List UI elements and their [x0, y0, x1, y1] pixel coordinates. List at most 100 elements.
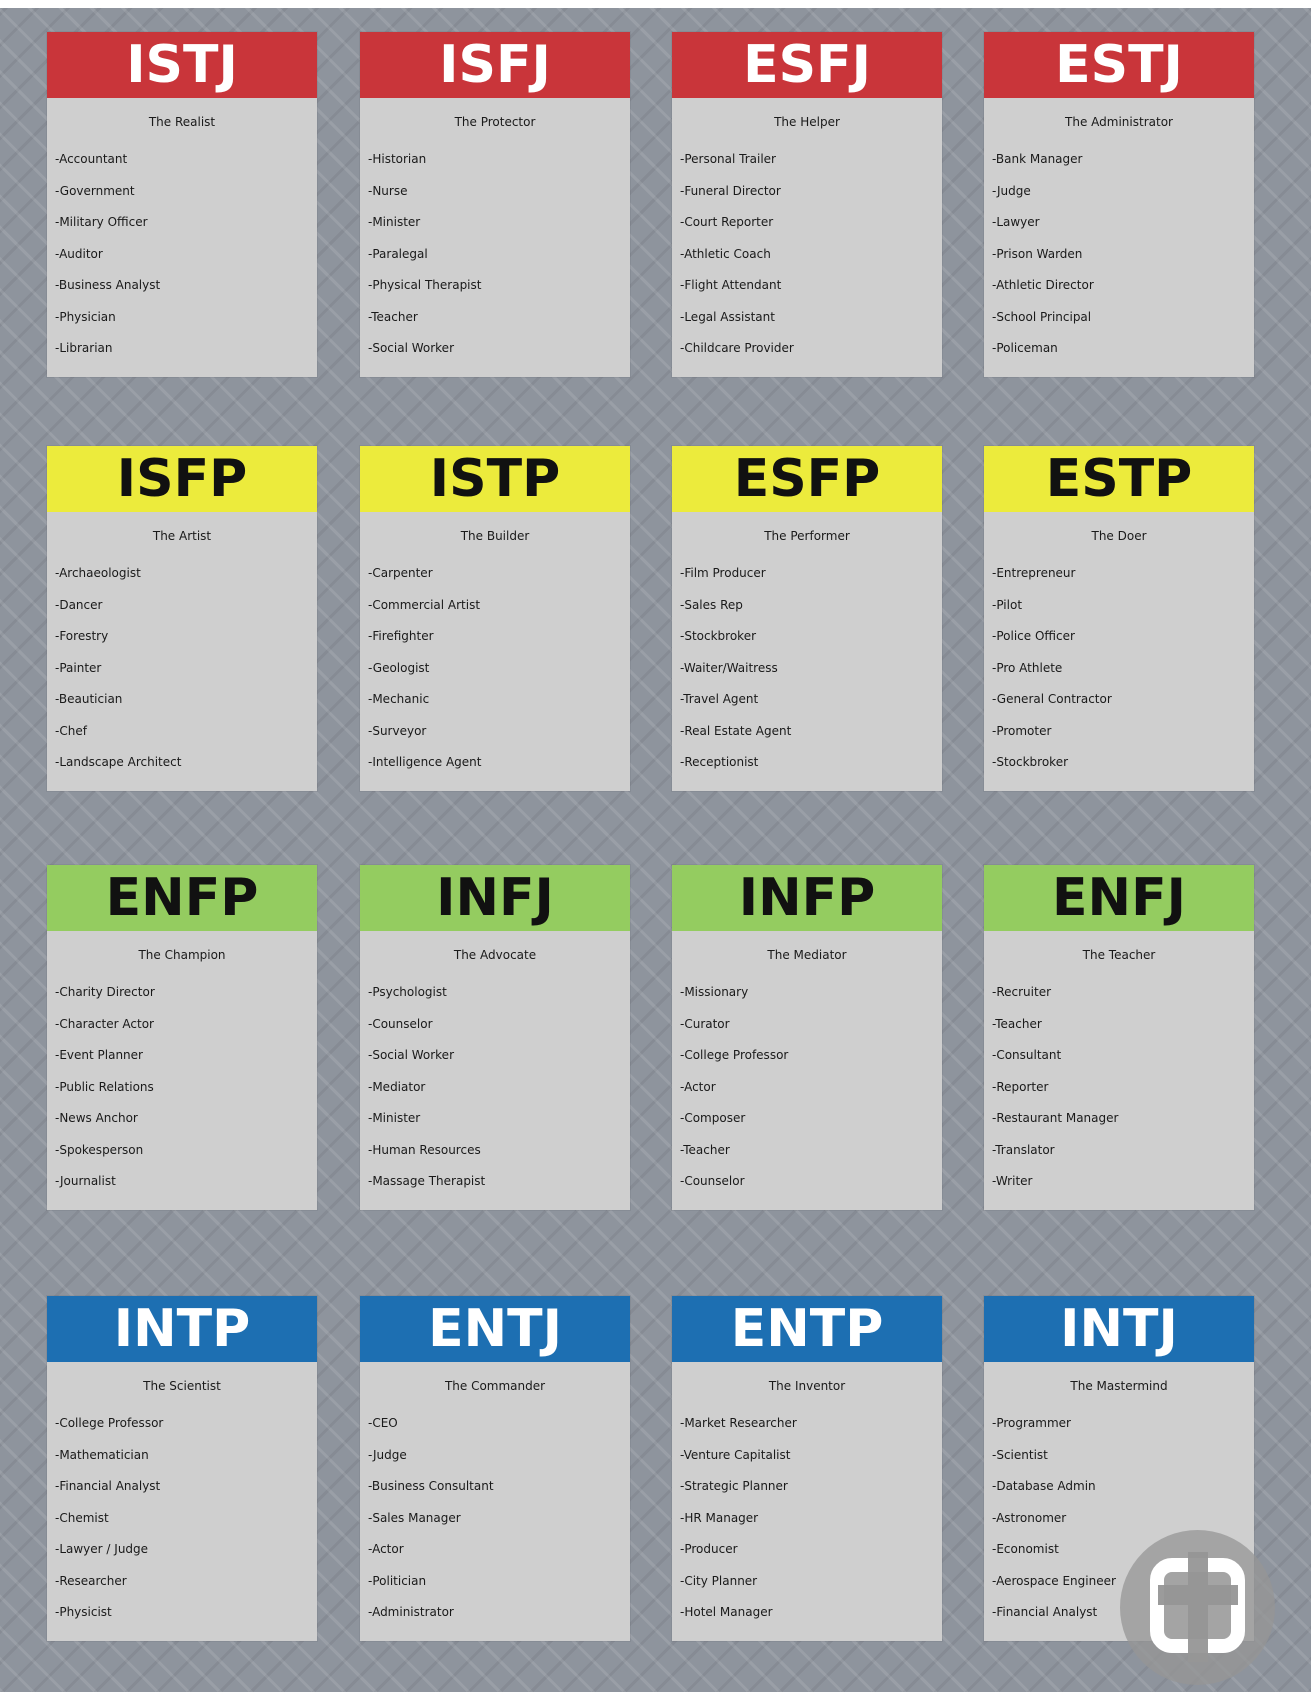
card-intp: INTP The Scientist -College Professor -M…: [47, 1296, 317, 1641]
career-item: -Politician: [368, 1573, 427, 1588]
career-item: -Translator: [992, 1142, 1055, 1157]
career-list: -Entrepreneur -Pilot -Police Officer -Pr…: [984, 558, 1254, 779]
career-item: -General Contractor: [992, 692, 1112, 706]
career-item: -Stockbroker: [992, 755, 1069, 769]
card-esfj: ESFJ The Helper -Personal Trailer -Funer…: [672, 32, 942, 377]
career-item: -Waiter/Waitress: [680, 660, 778, 675]
card-code: ESFP: [672, 446, 942, 512]
card-enfj: ENFJ The Teacher -Recruiter -Teacher -Co…: [984, 865, 1254, 1210]
career-item: -Market Researcher: [680, 1416, 797, 1430]
card-title: The Teacher: [1082, 948, 1156, 962]
career-item: -Entrepreneur: [992, 566, 1076, 580]
career-item: -Painter: [55, 660, 102, 675]
card-code: ISFJ: [360, 32, 630, 98]
career-item: -Sales Rep: [680, 597, 743, 612]
career-item: -Physician: [55, 309, 116, 324]
career-item: -Composer: [680, 1111, 746, 1125]
card-istj: ISTJ The Realist -Accountant -Government…: [47, 32, 317, 377]
card-title: The Advocate: [453, 948, 537, 962]
career-item: -Social Worker: [368, 1048, 454, 1062]
career-item: -Carpenter: [368, 566, 433, 580]
career-list: -CEO -Judge -Business Consultant -Sales …: [360, 1408, 630, 1629]
career-item: -Personal Trailer: [680, 152, 776, 166]
career-item: -Curator: [680, 1016, 730, 1031]
career-item: -Minister: [368, 215, 421, 229]
card-esfp: ESFP The Performer -Film Producer -Sales…: [672, 446, 942, 791]
lens-scan-button[interactable]: [1120, 1530, 1275, 1685]
card-code: ISTJ: [47, 32, 317, 98]
card-title: The Champion: [138, 948, 226, 962]
career-item: -Teacher: [680, 1142, 730, 1157]
card-title: The Doer: [1091, 529, 1147, 543]
card-istp: ISTP The Builder -Carpenter -Commercial …: [360, 446, 630, 791]
career-item: -Psychologist: [368, 985, 447, 999]
career-item: -Surveyor: [368, 723, 427, 738]
card-title: The Inventor: [768, 1379, 846, 1393]
career-item: -Physical Therapist: [368, 278, 482, 292]
career-item: -Business Consultant: [368, 1479, 494, 1493]
career-item: -Sales Manager: [368, 1510, 461, 1525]
career-item: -Scientist: [992, 1447, 1048, 1462]
career-item: -Event Planner: [55, 1048, 143, 1062]
career-item: -Mathematician: [55, 1447, 149, 1462]
lens-icon-gap-vertical: [1188, 1552, 1208, 1662]
card-code: ENTP: [672, 1296, 942, 1362]
card-isfj: ISFJ The Protector -Historian -Nurse -Mi…: [360, 32, 630, 377]
career-list: -Personal Trailer -Funeral Director -Cou…: [672, 144, 942, 365]
card-code: ENTJ: [360, 1296, 630, 1362]
career-item: -Geologist: [368, 660, 430, 675]
card-enfp: ENFP The Champion -Charity Director -Cha…: [47, 865, 317, 1210]
career-item: -Forestry: [55, 629, 109, 643]
card-code: ESTJ: [984, 32, 1254, 98]
career-list: -Missionary -Curator -College Professor …: [672, 977, 942, 1198]
career-item: -Restaurant Manager: [992, 1111, 1119, 1125]
career-list: -Accountant -Government -Military Office…: [47, 144, 317, 365]
career-item: -Travel Agent: [680, 692, 759, 706]
career-list: -Archaeologist -Dancer -Forestry -Painte…: [47, 558, 317, 779]
career-item: -Reporter: [992, 1079, 1049, 1094]
career-item: -Policeman: [992, 341, 1058, 355]
career-item: -Beautician: [55, 692, 123, 706]
card-code: INTJ: [984, 1296, 1254, 1362]
card-entp: ENTP The Inventor -Market Researcher -Ve…: [672, 1296, 942, 1641]
career-item: -Spokesperson: [55, 1142, 144, 1157]
career-item: -Court Reporter: [680, 215, 774, 229]
career-list: -Bank Manager -Judge -Lawyer -Prison War…: [984, 144, 1254, 365]
career-item: -Counselor: [368, 1016, 433, 1031]
career-item: -Athletic Coach: [680, 246, 771, 261]
career-item: -Flight Attendant: [680, 278, 782, 292]
card-title: The Protector: [454, 115, 536, 129]
career-item: -Massage Therapist: [368, 1174, 486, 1188]
career-item: -Stockbroker: [680, 629, 757, 643]
career-item: -Counselor: [680, 1174, 745, 1188]
career-item: -Researcher: [55, 1573, 127, 1588]
career-item: -Strategic Planner: [680, 1479, 788, 1493]
career-item: -News Anchor: [55, 1111, 138, 1125]
career-item: -Public Relations: [55, 1079, 154, 1094]
career-item: -Film Producer: [680, 566, 766, 580]
career-item: -Prison Warden: [992, 246, 1083, 261]
card-code: ENFP: [47, 865, 317, 931]
career-item: -Promoter: [992, 723, 1052, 738]
career-list: -Charity Director -Character Actor -Even…: [47, 977, 317, 1198]
card-code: ISFP: [47, 446, 317, 512]
career-item: -Funeral Director: [680, 183, 781, 198]
career-item: -CEO: [368, 1416, 398, 1430]
career-item: -Actor: [680, 1079, 716, 1094]
career-item: -Historian: [368, 152, 427, 166]
card-title: The Scientist: [143, 1379, 221, 1393]
card-infp: INFP The Mediator -Missionary -Curator -…: [672, 865, 942, 1210]
card-estj: ESTJ The Administrator -Bank Manager -Ju…: [984, 32, 1254, 377]
card-code: INFJ: [360, 865, 630, 931]
career-item: -Journalist: [55, 1174, 116, 1188]
career-item: -Programmer: [992, 1416, 1071, 1430]
career-item: -Firefighter: [368, 629, 434, 643]
card-estp: ESTP The Doer -Entrepreneur -Pilot -Poli…: [984, 446, 1254, 791]
career-list: -Carpenter -Commercial Artist -Firefight…: [360, 558, 630, 779]
card-code: ISTP: [360, 446, 630, 512]
card-title: The Artist: [152, 529, 212, 543]
career-item: -Financial Analyst: [55, 1479, 161, 1493]
career-item: -Librarian: [55, 341, 113, 355]
career-item: -College Professor: [55, 1416, 164, 1430]
career-item: -Auditor: [55, 246, 103, 261]
